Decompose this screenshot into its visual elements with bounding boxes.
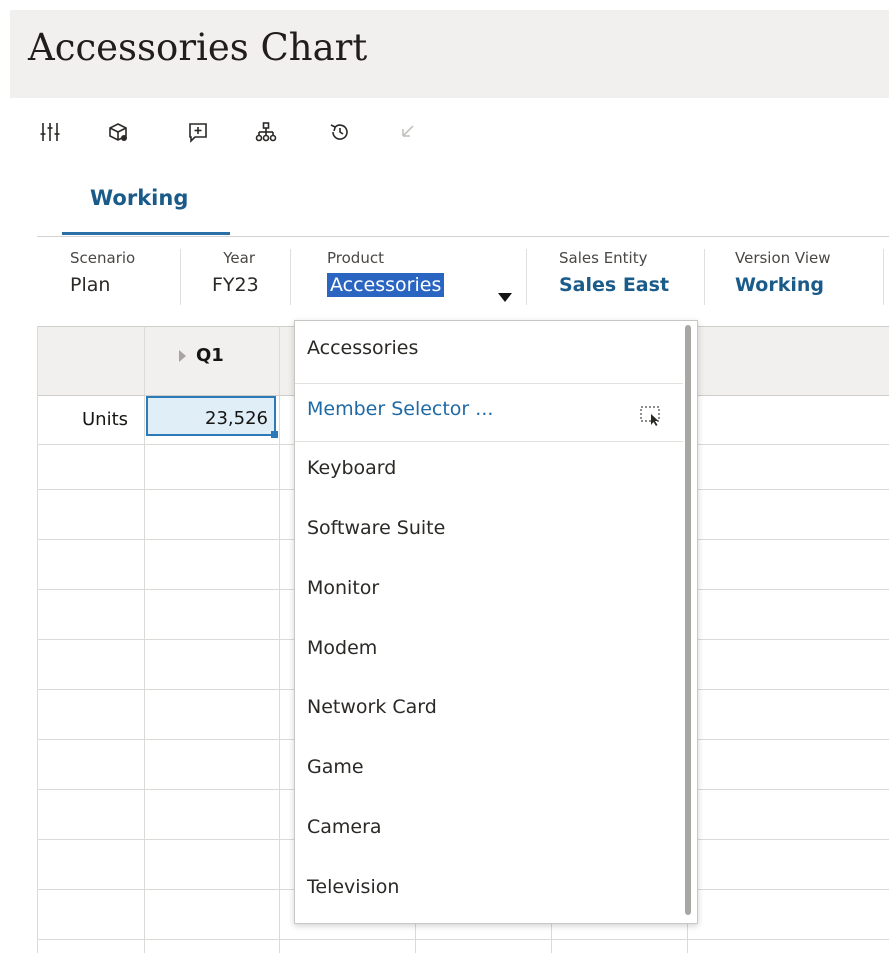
pov-product-value[interactable]: Accessories <box>327 273 445 297</box>
pov-scenario-value: Plan <box>70 274 111 296</box>
pov-version-view-label: Version View <box>735 249 831 267</box>
chevron-down-icon[interactable] <box>498 293 512 302</box>
pov-sales-entity-label: Sales Entity <box>559 249 648 267</box>
pov-version-view[interactable]: Version View Working <box>735 249 831 296</box>
pov-product-label: Product <box>327 249 384 267</box>
dropdown-item-monitor[interactable]: Monitor <box>307 577 379 599</box>
column-header-q1[interactable]: Q1 <box>196 345 224 366</box>
dropdown-item-modem[interactable]: Modem <box>307 637 377 659</box>
tab-active-indicator <box>62 232 230 235</box>
dropdown-item-software-suite[interactable]: Software Suite <box>307 517 445 539</box>
pov-scenario[interactable]: Scenario Plan <box>70 249 135 296</box>
dropdown-item-game[interactable]: Game <box>307 756 364 778</box>
tab-working[interactable]: Working <box>62 183 230 235</box>
member-selector-link[interactable]: Member Selector ... <box>307 398 493 420</box>
sliders-icon[interactable] <box>36 118 64 146</box>
member-selector-icon[interactable] <box>639 405 663 427</box>
pov-divider <box>526 249 527 305</box>
dropdown-scrollbar[interactable] <box>685 325 691 915</box>
dropdown-item-network-card[interactable]: Network Card <box>307 696 437 718</box>
dropdown-item-television[interactable]: Television <box>307 876 399 898</box>
pov-year-label: Year <box>223 249 255 267</box>
fill-handle[interactable] <box>271 431 278 438</box>
pov-bar: Scenario Plan Year FY23 Product Accessor… <box>37 236 889 327</box>
pov-divider <box>704 249 705 305</box>
dropdown-item-keyboard[interactable]: Keyboard <box>307 457 396 479</box>
expand-arrow-icon[interactable] <box>179 350 186 362</box>
add-comment-icon[interactable] <box>184 118 212 146</box>
pov-year-value: FY23 <box>212 274 259 296</box>
hierarchy-icon[interactable] <box>252 118 280 146</box>
pov-sales-entity-value: Sales East <box>559 274 670 296</box>
pov-divider <box>883 249 884 305</box>
product-dropdown-menu: Accessories Member Selector ... Keyboard… <box>294 320 698 924</box>
pov-divider <box>290 249 291 305</box>
dropdown-item-accessories[interactable]: Accessories <box>307 337 418 359</box>
page-title: Accessories Chart <box>28 26 368 69</box>
cell-value: 23,526 <box>205 408 268 429</box>
pov-version-view-value: Working <box>735 274 824 296</box>
undo-icon[interactable] <box>394 118 422 146</box>
pov-divider <box>180 249 181 305</box>
pov-year[interactable]: Year FY23 <box>212 249 259 296</box>
pov-product[interactable]: Product Accessories <box>327 249 445 297</box>
tab-working-label: Working <box>90 186 189 210</box>
dropdown-item-camera[interactable]: Camera <box>307 816 382 838</box>
history-icon[interactable] <box>326 118 354 146</box>
pov-scenario-label: Scenario <box>70 249 136 267</box>
pov-sales-entity[interactable]: Sales Entity Sales East <box>559 249 669 296</box>
row-header-units[interactable]: Units <box>82 409 128 430</box>
selected-cell[interactable]: 23,526 <box>146 396 278 438</box>
cube-settings-icon[interactable] <box>104 118 132 146</box>
